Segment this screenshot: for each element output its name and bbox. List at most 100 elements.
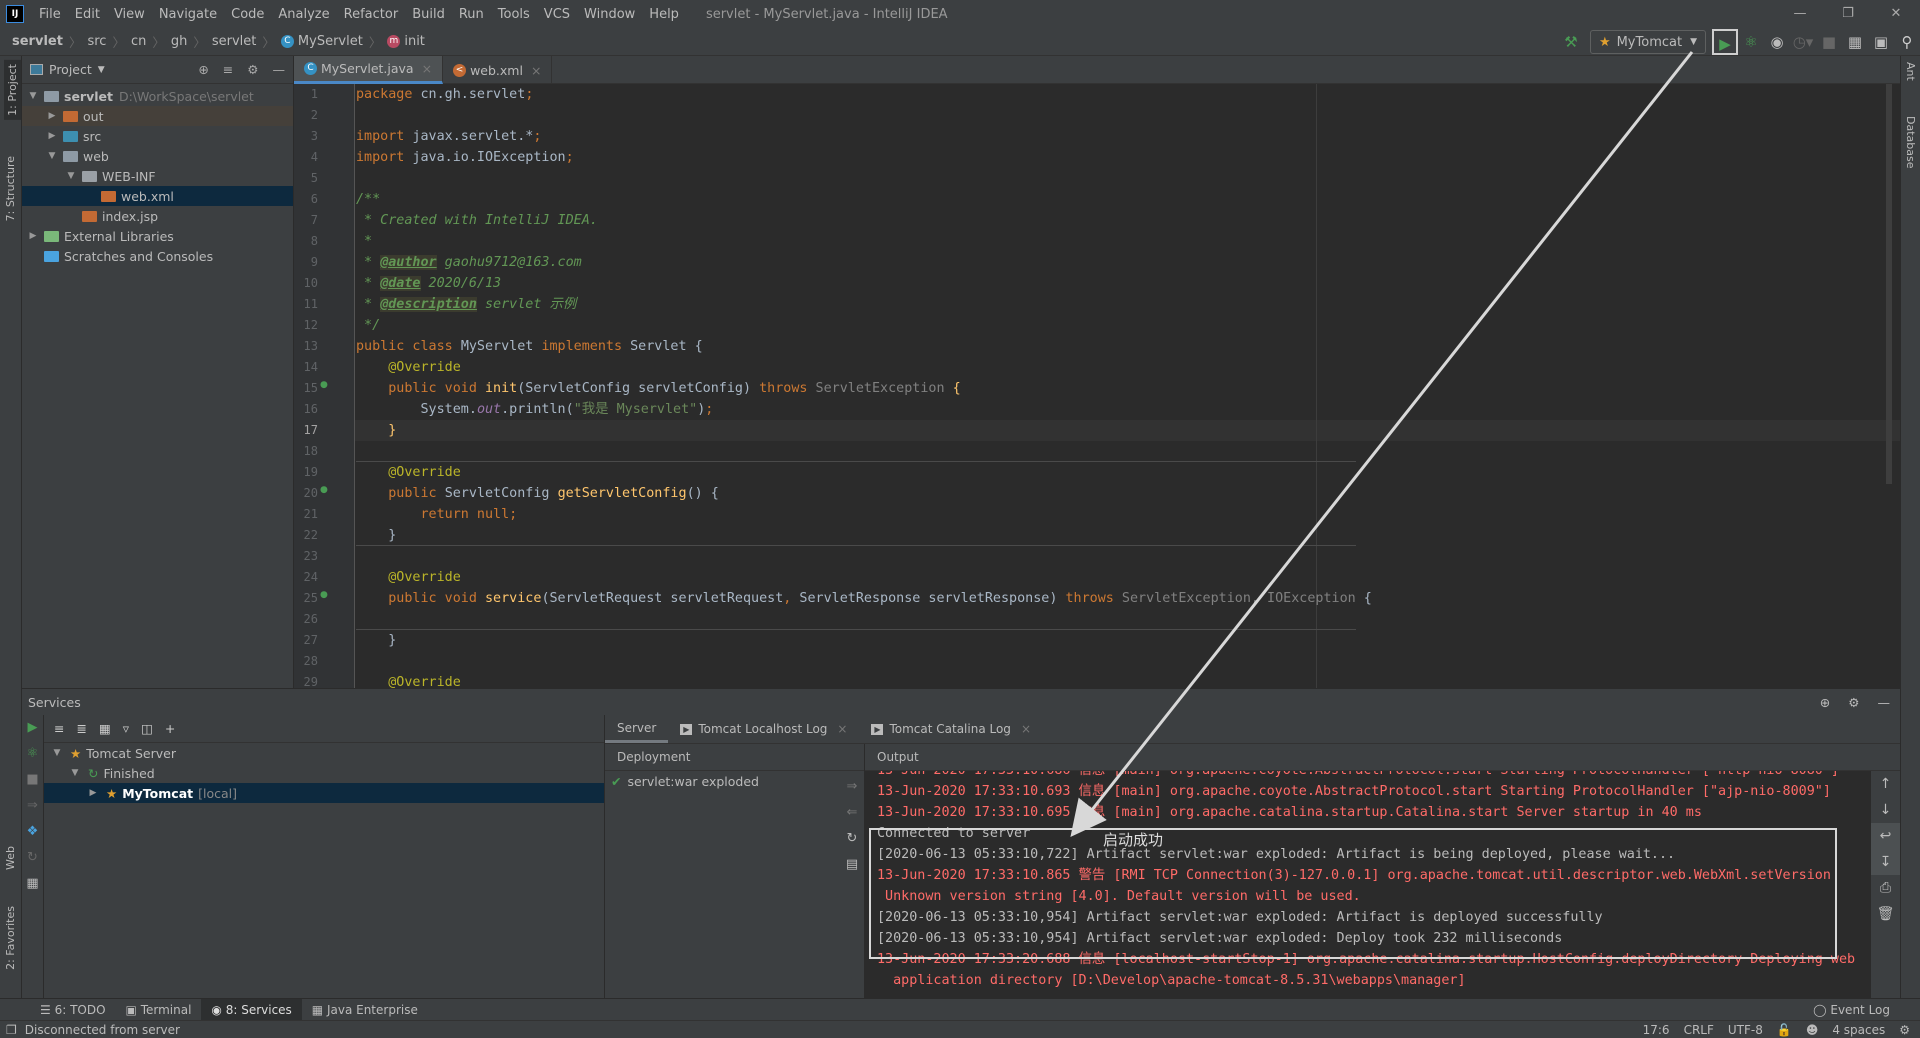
restore-icon[interactable]: ❐ [1824,0,1872,28]
stop-icon[interactable]: ■ [22,767,43,793]
breadcrumb-item[interactable]: MyServlet [298,34,363,49]
menu-window[interactable]: Window [577,7,642,22]
stop-icon[interactable]: ■ [1816,29,1842,55]
globe-icon[interactable]: ⊕ [1820,695,1830,710]
deploy-all-icon[interactable]: ▤ [844,852,860,878]
tab-tomcat-catalina-log[interactable]: ▶ Tomcat Catalina Log × [859,715,1043,743]
chevron-right-icon[interactable]: ▶ [26,231,40,241]
breadcrumb-item[interactable]: cn [131,34,146,49]
layout-icon[interactable]: ▦ [22,871,43,897]
menu-navigate[interactable]: Navigate [152,7,224,22]
chevron-down-icon[interactable]: ▼ [50,748,64,758]
code-editor[interactable]: 1 2 3 4 5 6 7 8 9 10 11 12 13 14 15 ● 16 17 18 19 20 ● 21 22 23 2… [294,84,1900,688]
tool-tab-8-services[interactable]: ◉ 8: Services [201,998,302,1021]
collapse-all-icon[interactable]: ≡ [223,62,233,77]
arrow-up-icon[interactable]: ↑ [1871,771,1900,797]
indent-setting[interactable]: 4 spaces [1832,1023,1885,1037]
hide-icon[interactable]: — [1878,695,1891,710]
new-tab-icon[interactable]: ◫ [141,721,153,736]
menu-view[interactable]: View [107,7,152,22]
run-button[interactable]: ▶ [1712,29,1738,55]
caret-position[interactable]: 17:6 [1643,1023,1670,1037]
chevron-down-icon[interactable]: ▼ [98,65,105,75]
run-icon[interactable]: ▶ [22,715,43,741]
service-item-mytomcat[interactable]: ▶ ★ MyTomcat [local] [44,783,604,803]
undeploy-icon[interactable]: ⇐ [844,800,860,826]
update-icon[interactable]: ❖ [22,819,43,845]
project-view-select[interactable]: Project [49,62,92,77]
locate-icon[interactable]: ⊕ [198,62,208,77]
close-icon[interactable]: × [1021,722,1031,736]
soft-wrap-icon[interactable]: ↩ [1871,823,1900,849]
tree-item-index-jsp[interactable]: index.jsp [22,206,293,226]
search-icon[interactable]: ⚲ [1894,29,1920,55]
arrow-down-icon[interactable]: ↓ [1871,797,1900,823]
profile-icon[interactable]: ◷▾ [1790,29,1816,55]
menu-help[interactable]: Help [642,7,686,22]
memory-icon[interactable]: ⚙ [1899,1023,1910,1037]
inspector-icon[interactable]: ☻ [1806,1023,1819,1037]
menu-analyze[interactable]: Analyze [271,7,336,22]
tree-item-src[interactable]: ▶ src [22,126,293,146]
service-item-tomcat-server[interactable]: ▼ ★ Tomcat Server [44,743,604,763]
deployment-item[interactable]: ✔ servlet:war exploded [605,771,864,793]
group-by-icon[interactable]: ▦ [99,721,111,736]
project-structure-icon[interactable]: ▦ [1842,29,1868,55]
gear-icon[interactable]: ⚙ [1848,695,1859,710]
event-log-button[interactable]: ◯ Event Log [1813,1003,1920,1017]
menu-edit[interactable]: Edit [68,7,107,22]
tool-tab-java-enterprise[interactable]: ▦ Java Enterprise [302,999,428,1021]
service-item-finished[interactable]: ▼ ↻ Finished [44,763,604,783]
breadcrumb-item[interactable]: init [404,34,425,49]
tool-tab-favorites[interactable]: 2: Favorites [4,906,17,970]
tree-item-web[interactable]: ▼ web [22,146,293,166]
tree-item-scratches-and-consoles[interactable]: Scratches and Consoles [22,246,293,266]
print-icon[interactable]: ⎙ [1871,875,1900,901]
menu-build[interactable]: Build [405,7,452,22]
editor-scrollbar[interactable] [1886,84,1892,484]
tree-item-servlet[interactable]: ▼ servlet D:\WorkSpace\servlet [22,86,293,106]
menu-run[interactable]: Run [452,7,491,22]
override-marker-icon[interactable]: ● [320,485,328,495]
tool-tab-terminal[interactable]: ▣ Terminal [116,999,202,1021]
coverage-icon[interactable]: ◉ [1764,29,1790,55]
hide-icon[interactable]: — [273,62,286,77]
tool-tab-database[interactable]: Database [1904,116,1917,169]
run-config-select[interactable]: ★ MyTomcat ▼ [1589,30,1706,54]
tree-item-web-inf[interactable]: ▼ WEB-INF [22,166,293,186]
menu-tools[interactable]: Tools [491,7,537,22]
file-encoding[interactable]: UTF-8 [1728,1023,1763,1037]
close-icon[interactable]: × [837,722,847,736]
breadcrumb-item[interactable]: src [87,34,106,49]
tab-web-xml[interactable]: < web.xml × [443,56,553,84]
debug-icon[interactable]: ⚛ [1738,29,1764,55]
chevron-right-icon[interactable]: ▶ [86,788,100,798]
tab-tomcat-localhost-log[interactable]: ▶ Tomcat Localhost Log × [668,715,859,743]
override-marker-icon[interactable]: ● [320,590,328,600]
lock-icon[interactable]: 🔓 [1777,1023,1792,1037]
menu-file[interactable]: File [32,7,68,22]
tab-myservlet-java[interactable]: C MyServlet.java × [294,56,444,84]
debug-icon[interactable]: ⚛ [22,741,43,767]
gear-icon[interactable]: ⚙ [247,62,258,77]
status-toggle-icon[interactable]: ❐ [6,1023,17,1037]
tool-tab-project[interactable]: 1: Project [4,60,21,120]
chevron-down-icon[interactable]: ▼ [26,91,40,101]
scroll-to-end-icon[interactable]: ↧ [1871,849,1900,875]
deploy-icon[interactable]: ⇒ [22,793,43,819]
tool-tab-structure[interactable]: 7: Structure [4,156,17,221]
tool-tab-web[interactable]: Web [4,846,17,870]
breadcrumb-item[interactable]: servlet [212,34,257,49]
refresh-icon[interactable]: ↻ [22,845,43,871]
tree-item-external-libraries[interactable]: ▶ External Libraries [22,226,293,246]
close-icon[interactable]: ✕ [1872,0,1920,28]
refresh-icon[interactable]: ↻ [844,826,860,852]
tree-item-web-xml[interactable]: web.xml [22,186,293,206]
menu-refactor[interactable]: Refactor [337,7,406,22]
close-icon[interactable]: × [422,61,432,76]
menu-code[interactable]: Code [224,7,271,22]
chevron-right-icon[interactable]: ▶ [45,131,59,141]
expand-all-icon[interactable]: ≡ [54,721,64,736]
tab-server[interactable]: Server [605,715,669,743]
override-marker-icon[interactable]: ● [320,380,328,390]
